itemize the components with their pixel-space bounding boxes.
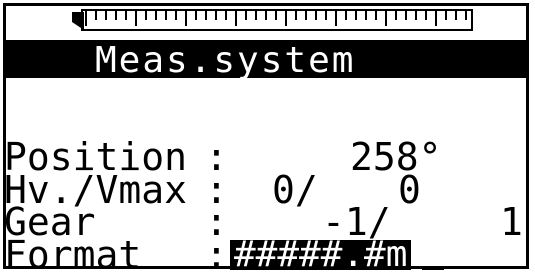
page-title: Meas.system (95, 40, 356, 81)
vmax-value: 0 (398, 168, 421, 212)
position-value: 258° (350, 135, 442, 179)
lcd-screen: Meas.system Position : 258° Hv./Vmax : 0… (0, 0, 535, 277)
format-label: Format (4, 233, 142, 277)
format-colon: : (205, 233, 228, 277)
format-input[interactable]: #####.#m (230, 237, 412, 273)
scale-bar (72, 9, 473, 31)
gear-numerator: -1/ (322, 200, 391, 244)
format-row: Format : #####.#m (0, 233, 535, 277)
text-cursor (422, 266, 444, 270)
hv-value: 0/ (272, 168, 318, 212)
gear-denominator: 1 (500, 200, 523, 244)
format-value: #####.#m (234, 234, 408, 275)
